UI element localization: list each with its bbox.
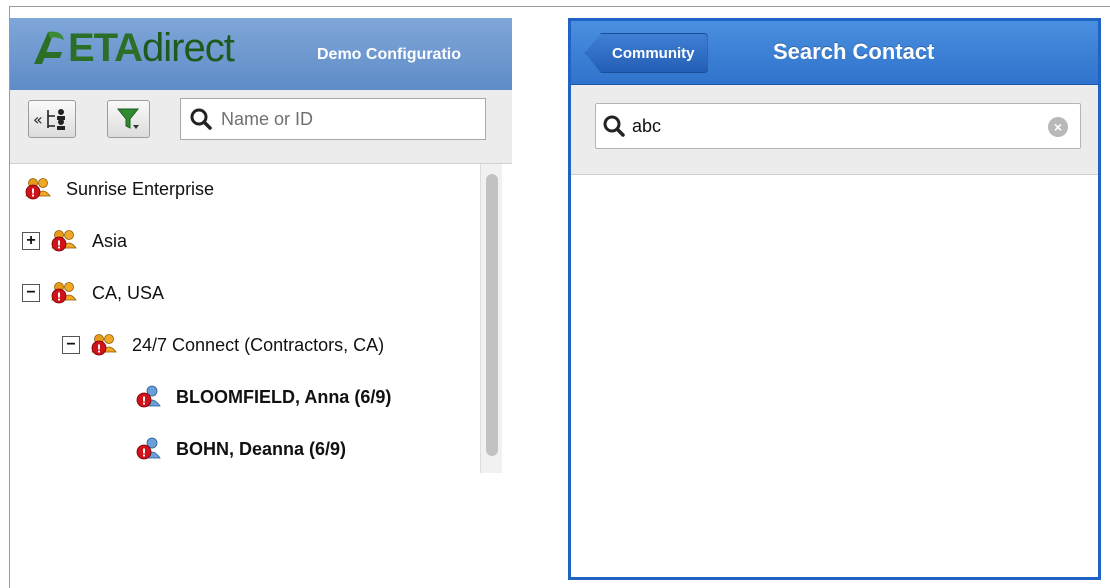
svg-text:!: !	[96, 343, 101, 356]
svg-text:!: !	[141, 447, 146, 460]
app-header: ETA direct Demo Configuratio	[10, 18, 512, 90]
contact-search-field[interactable]: ×	[595, 103, 1081, 149]
tree-toolbar: «	[10, 90, 512, 164]
collapse-tree-button[interactable]: «	[28, 100, 76, 138]
tree-item-label: 24/7 Connect (Contractors, CA)	[132, 334, 385, 355]
tree-item-label: BLOOMFIELD, Anna (6/9)	[176, 386, 392, 407]
community-back-button[interactable]: Community	[585, 33, 708, 73]
expand-toggle[interactable]: +	[22, 232, 40, 250]
tree-item[interactable]: ! Sunrise Enterprise	[24, 174, 214, 204]
group-alert-icon: !	[25, 178, 51, 200]
resource-tree-panel: ETA direct Demo Configuratio « Name or I…	[10, 18, 512, 473]
search-icon	[603, 115, 625, 137]
svg-text:!: !	[141, 395, 146, 408]
tree-search-field[interactable]	[180, 98, 486, 140]
phone-header: Community Search Contact	[571, 21, 1098, 85]
logo-eta-text: ETA	[68, 26, 143, 70]
collapse-tree-icon: «	[33, 109, 65, 130]
filter-button[interactable]	[107, 100, 150, 138]
logo-leaf-icon	[34, 31, 64, 64]
logo-direct-text: direct	[142, 26, 235, 70]
svg-text:!: !	[56, 239, 61, 252]
svg-text:!: !	[56, 291, 61, 304]
tree-item-label: CA, USA	[92, 282, 165, 303]
search-contact-screen: Community Search Contact ×	[568, 18, 1101, 580]
tree-item[interactable]: + ! Asia	[22, 226, 127, 256]
tree-item-label: Asia	[92, 230, 128, 251]
group-alert-icon: !	[51, 230, 77, 252]
tree-item[interactable]: − ! 24/7 Connect (Contractors, CA)	[62, 330, 384, 360]
group-alert-icon: !	[51, 282, 77, 304]
svg-text:!: !	[30, 187, 35, 200]
user-alert-icon: !	[136, 385, 161, 408]
configuration-label: Demo Configuratio	[317, 46, 461, 63]
tree-item[interactable]: ! BOHN, Deanna (6/9)	[136, 434, 346, 464]
scrollbar-thumb[interactable]	[486, 174, 498, 456]
etadirect-logo: ETA direct	[28, 26, 235, 70]
tree-scrollbar[interactable]	[480, 164, 502, 473]
clear-icon[interactable]: ×	[1048, 117, 1068, 137]
group-alert-icon: !	[91, 334, 117, 356]
page-title: Search Contact	[773, 39, 935, 64]
tree-search-input[interactable]	[221, 108, 471, 130]
contact-search-input[interactable]	[632, 115, 1032, 137]
user-alert-icon: !	[136, 437, 161, 460]
collapse-toggle[interactable]: −	[22, 284, 40, 302]
search-bar: ×	[571, 85, 1098, 175]
search-icon	[190, 108, 212, 130]
tree-item-label: Sunrise Enterprise	[66, 178, 215, 199]
tree-item-label: BOHN, Deanna (6/9)	[176, 438, 347, 459]
tree-item[interactable]: − ! CA, USA	[22, 278, 164, 308]
collapse-toggle[interactable]: −	[62, 336, 80, 354]
tree-item[interactable]: ! BLOOMFIELD, Anna (6/9)	[136, 382, 391, 412]
svg-text:«: «	[33, 110, 43, 129]
filter-icon	[116, 108, 139, 129]
